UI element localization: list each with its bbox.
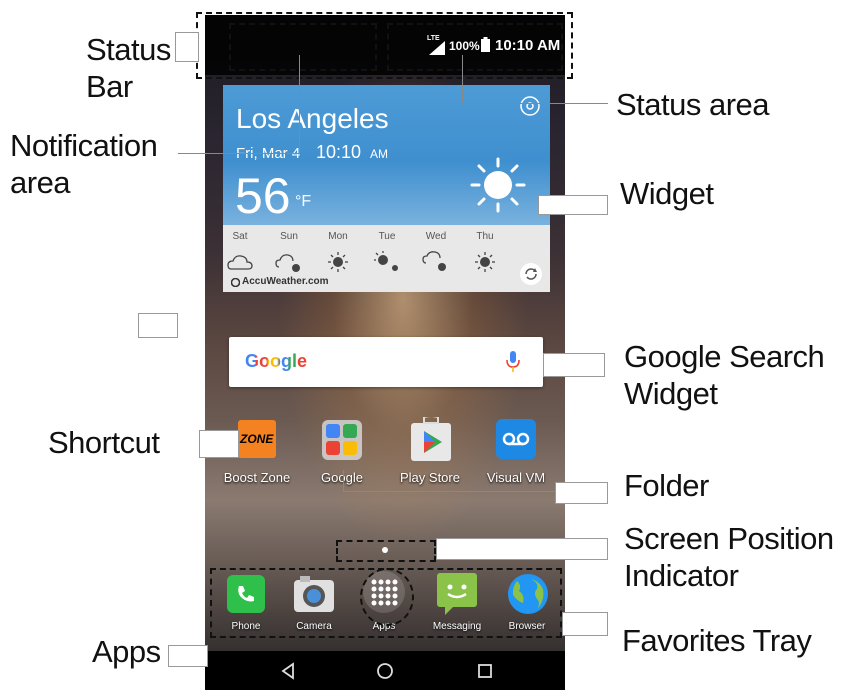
google-search-widget-callout: Google Search Widget [624, 338, 825, 412]
screen-position-callout-line2: Indicator [624, 558, 739, 593]
search-leader-box [543, 353, 605, 377]
notification-area-callout: Notification area [10, 127, 158, 201]
forecast-day: Wed [425, 231, 447, 242]
apps-highlight [360, 568, 414, 626]
weather-widget[interactable]: Los Angeles Fri, Mar 4 10:10 AM 56 °F Sa… [223, 85, 550, 292]
google-logo-text: Google [245, 351, 307, 371]
weather-city: Los Angeles [236, 103, 389, 134]
google-logo: Google [245, 351, 307, 372]
folder-leader-box [555, 482, 608, 504]
screen-position-callout-line1: Screen Position [624, 521, 834, 556]
folder-leader [343, 470, 344, 492]
status-area-leader [462, 55, 463, 103]
shortcut-leader-box [199, 430, 239, 458]
status-area-callout: Status area [616, 87, 770, 122]
weather-ampm: AM [370, 147, 388, 161]
forecast-day: Thu [476, 231, 494, 242]
status-bar-callout: Status Bar [86, 31, 171, 105]
forecast-day: Sat [232, 231, 248, 242]
folder-callout: Folder [624, 468, 709, 503]
play-store-icon [411, 417, 451, 461]
weather-panel: Los Angeles Fri, Mar 4 10:10 AM 56 °F [223, 85, 550, 225]
cloud-sun-icon [275, 254, 300, 272]
stray-label-box [138, 313, 178, 338]
recents-icon[interactable] [475, 661, 495, 681]
forecast-day: Sun [280, 231, 298, 242]
back-icon[interactable] [279, 661, 299, 681]
refresh-icon[interactable] [519, 262, 543, 286]
notification-area-callout-line2: area [10, 165, 71, 200]
page-indicator-highlight [336, 540, 436, 562]
indicator-leader-box [436, 538, 608, 560]
home-icon[interactable] [375, 661, 395, 681]
notification-leader-vertical [299, 55, 300, 153]
status-bar-callout-line1: Status [86, 32, 171, 67]
app-label: Play Store [400, 470, 460, 485]
sun-icon [475, 252, 495, 272]
voicemail-icon [496, 419, 536, 459]
status-bar-leader-box [175, 32, 199, 62]
navigation-bar [205, 651, 565, 690]
sun-icon [328, 252, 348, 272]
app-label: Boost Zone [223, 470, 291, 485]
widget-leader-box [538, 195, 608, 215]
widget-callout: Widget [620, 176, 714, 211]
weather-time: 10:10 [316, 142, 362, 162]
status-area-leader-horizontal [462, 103, 608, 104]
status-bar-callout-line2: Bar [86, 69, 133, 104]
apps-leader-box [168, 645, 208, 667]
google-folder-icon [322, 420, 362, 460]
cloud-sun-icon [422, 251, 446, 271]
status-area-highlight [387, 23, 563, 71]
settings-icon[interactable] [519, 95, 541, 117]
apps-callout: Apps [92, 634, 161, 669]
app-label: Google [321, 470, 363, 485]
app-label: Visual VM [486, 470, 546, 485]
weather-provider: AccuWeather.com [242, 276, 329, 287]
tray-leader-box [562, 612, 608, 636]
google-search-callout-line1: Google Search [624, 339, 825, 374]
forecast-day: Tue [378, 231, 396, 242]
cloud-icon [227, 255, 253, 270]
boost-zone-icon: ZONE [238, 420, 276, 458]
google-search-callout-line2: Widget [624, 376, 718, 411]
notification-area-callout-line1: Notification [10, 128, 158, 163]
sun-cloud-icon [374, 251, 398, 271]
weather-unit: °F [295, 193, 312, 210]
microphone-icon[interactable] [506, 351, 520, 373]
notification-leader [178, 153, 300, 154]
forecast-day: Mon [328, 231, 348, 242]
screen-position-indicator-callout: Screen Position Indicator [624, 520, 834, 594]
accuweather-icon [231, 278, 240, 287]
favorites-tray-callout: Favorites Tray [622, 623, 812, 658]
notification-area-highlight [229, 23, 377, 71]
weather-temperature: 56 [235, 168, 291, 224]
google-search-widget[interactable]: Google [229, 337, 543, 387]
sun-icon [470, 157, 526, 213]
shortcut-callout: Shortcut [48, 425, 160, 460]
